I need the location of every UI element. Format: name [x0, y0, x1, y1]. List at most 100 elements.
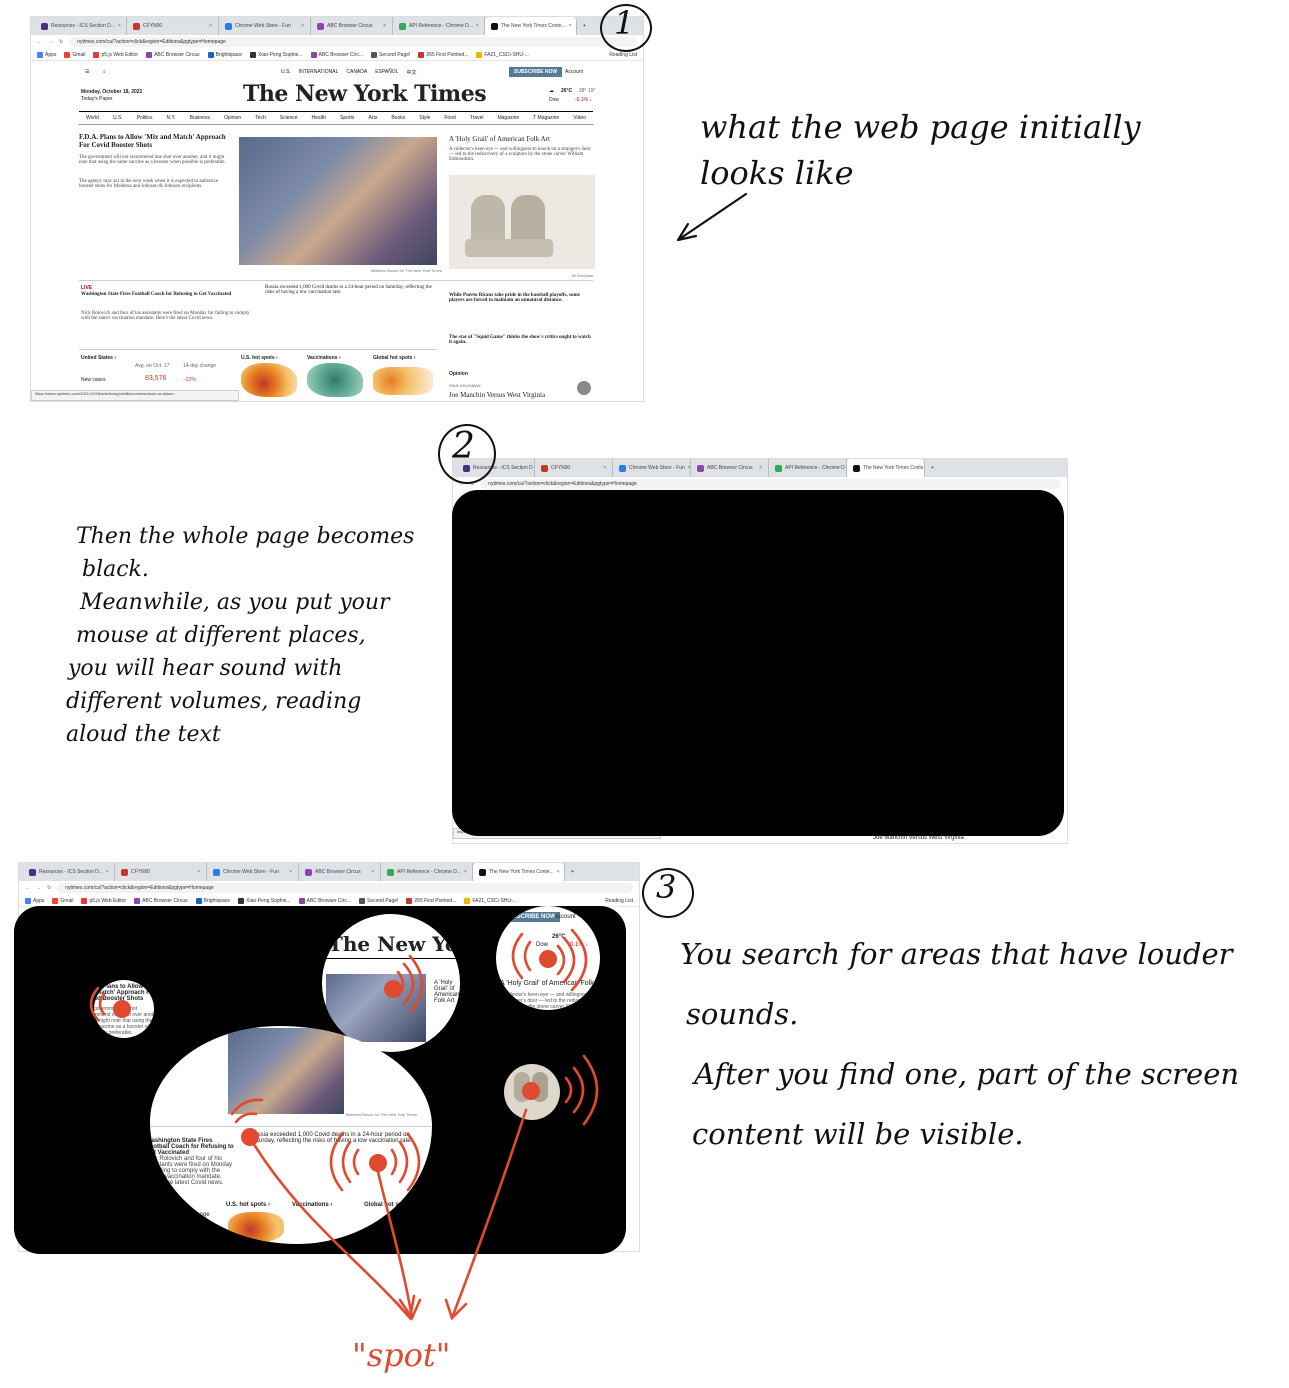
url-input[interactable]: nytimes.com/ca/?action=click&region=Edit…: [69, 37, 637, 47]
bookmark-item[interactable]: Gmail: [64, 51, 85, 58]
section-nav-link[interactable]: N.Y.: [167, 115, 176, 121]
reload-icon[interactable]: ↻: [59, 39, 63, 45]
bookmark-item[interactable]: Gmail: [52, 897, 73, 904]
bookmark-item[interactable]: Second Page!: [358, 897, 398, 904]
browser-tab[interactable]: API Reference - Chrome D... ×: [381, 863, 473, 881]
browser-tab[interactable]: Chrome Web Store - Fun ×: [219, 17, 311, 35]
section-nav-link[interactable]: T Magazine: [533, 115, 559, 121]
browser-tab[interactable]: ABC Browser Circus ×: [299, 863, 381, 881]
url-input[interactable]: nytimes.com/ca/?action=click&region=Edit…: [480, 479, 1061, 489]
section-nav-link[interactable]: Tech: [255, 115, 266, 121]
close-tab-icon[interactable]: ×: [209, 23, 212, 29]
global-hotspots-map[interactable]: [373, 367, 433, 395]
search-icon[interactable]: ⌕: [103, 69, 106, 75]
close-tab-icon[interactable]: ×: [301, 23, 304, 29]
bookmark-item[interactable]: ABC Browser Circ...: [310, 51, 363, 58]
sculpture-photo[interactable]: [449, 175, 595, 269]
reading-list-button[interactable]: Reading List: [605, 898, 633, 904]
close-tab-icon[interactable]: ×: [383, 23, 386, 29]
browser-tab[interactable]: API Reference - Chrome D... ×: [393, 17, 485, 35]
bookmark-item[interactable]: ABC Browser Circus: [134, 897, 188, 904]
bookmark-item[interactable]: Second Page!: [370, 51, 410, 58]
bookmark-item[interactable]: p5.js Web Editor: [81, 897, 126, 904]
section-nav-link[interactable]: Health: [312, 115, 326, 121]
bookmark-item[interactable]: ABC Browser Circ...: [298, 897, 351, 904]
section-nav-link[interactable]: World: [86, 115, 99, 121]
bookmark-item[interactable]: FA21_CSCI-SHU-...: [464, 897, 517, 904]
bookmark-item[interactable]: Apps: [37, 51, 56, 58]
close-tab-icon[interactable]: ×: [106, 869, 109, 875]
puerto-rico-headline[interactable]: While Puerto Ricans take pride in the ba…: [449, 293, 595, 303]
new-tab-icon[interactable]: +: [925, 465, 940, 471]
bookmark-item[interactable]: 265 First Pointed...: [418, 51, 468, 58]
close-tab-icon[interactable]: ×: [118, 23, 121, 29]
section-nav-link[interactable]: Style: [419, 115, 430, 121]
close-tab-icon[interactable]: ×: [603, 465, 606, 471]
browser-tab[interactable]: API Reference - Chrome D×: [769, 459, 847, 477]
browser-tab[interactable]: Chrome Web Store - Fun ×: [207, 863, 299, 881]
new-tab-icon[interactable]: +: [577, 23, 592, 29]
squid-game-headline[interactable]: The star of "Squid Game" thinks the show…: [449, 335, 595, 345]
todays-paper-link[interactable]: Today's Paper: [81, 96, 113, 102]
section-nav-link[interactable]: Travel: [470, 115, 484, 121]
close-tab-icon[interactable]: ×: [759, 465, 762, 471]
vaccinations-link[interactable]: Vaccinations ›: [307, 355, 341, 361]
close-tab-icon[interactable]: ×: [476, 23, 479, 29]
browser-tab[interactable]: CFYN00 ×: [127, 17, 219, 35]
forward-icon[interactable]: →: [36, 885, 41, 891]
blackout-overlay[interactable]: [452, 490, 1064, 836]
browser-tab[interactable]: ABC Browser Circus ×: [311, 17, 393, 35]
edition-link[interactable]: U.S.: [281, 69, 291, 76]
bookmark-item[interactable]: Xiao-Peng Sophie...: [250, 51, 303, 58]
bookmark-item[interactable]: FA21_CSCI-SHU-...: [476, 51, 529, 58]
browser-tab[interactable]: Chrome Web Store - Fun ×: [613, 459, 691, 477]
close-tab-icon[interactable]: ×: [197, 869, 200, 875]
section-nav-link[interactable]: Science: [280, 115, 298, 121]
folk-art-headline[interactable]: A 'Holy Grail' of American Folk Art: [449, 135, 595, 143]
menu-icon[interactable]: ☰: [85, 69, 89, 75]
section-nav-link[interactable]: Magazine: [497, 115, 519, 121]
russia-summary[interactable]: Russia exceeded 1,000 Covid deaths in a …: [265, 285, 435, 295]
close-tab-icon[interactable]: ×: [464, 869, 467, 875]
browser-tab[interactable]: CFYN00 ×: [115, 863, 207, 881]
subscribe-button[interactable]: SUBSCRIBE NOW: [509, 67, 563, 77]
browser-tab[interactable]: Resources - ICS Section D... ×: [23, 863, 115, 881]
us-hotspots-link[interactable]: U.S. hot spots ›: [241, 355, 278, 361]
url-input[interactable]: nytimes.com/ca/?action=click&region=Edit…: [57, 883, 633, 893]
bookmark-item[interactable]: 265 First Pointed...: [406, 897, 456, 904]
section-nav-link[interactable]: Food: [444, 115, 455, 121]
edition-link[interactable]: CANADA: [346, 69, 367, 76]
section-nav-link[interactable]: U.S.: [113, 115, 123, 121]
bookmark-item[interactable]: Xiao-Peng Sophie...: [238, 897, 291, 904]
account-link[interactable]: Account: [565, 69, 583, 75]
browser-tab[interactable]: ABC Browser Circus ×: [691, 459, 769, 477]
bookmark-item[interactable]: Apps: [25, 897, 44, 904]
close-tab-icon[interactable]: ×: [557, 869, 560, 875]
edition-link[interactable]: INTERNATIONAL: [299, 69, 339, 76]
browser-tab[interactable]: CFYN00 ×: [535, 459, 613, 477]
section-nav-link[interactable]: Business: [190, 115, 210, 121]
edition-link[interactable]: ESPAÑOL: [375, 69, 398, 76]
section-nav-link[interactable]: Books: [391, 115, 405, 121]
section-nav-link[interactable]: Arts: [368, 115, 377, 121]
edition-link[interactable]: 中文: [406, 69, 416, 76]
bookmark-item[interactable]: p5.js Web Editor: [93, 51, 138, 58]
coach-headline[interactable]: Washington State Fires Football Coach fo…: [81, 292, 251, 297]
section-nav-link[interactable]: Politics: [137, 115, 153, 121]
close-tab-icon[interactable]: ×: [371, 869, 374, 875]
section-nav-link[interactable]: Sports: [340, 115, 354, 121]
browser-tab[interactable]: The New York Times Conte... ×: [473, 863, 565, 881]
revealed-spot-large[interactable]: Matthew Busch for The New York Times Was…: [150, 1026, 432, 1244]
section-nav-link[interactable]: Video: [573, 115, 586, 121]
vaccination-map[interactable]: [307, 363, 363, 397]
browser-tab[interactable]: Resources - ICS Section D... ×: [35, 17, 127, 35]
nyt-masthead[interactable]: The New York Times: [243, 81, 487, 107]
reading-list-button[interactable]: Reading List: [609, 52, 637, 58]
back-icon[interactable]: ←: [25, 885, 30, 891]
opinion-headline[interactable]: Joe Manchin Versus West Virginia: [449, 391, 545, 399]
lead-headline[interactable]: F.D.A. Plans to Allow 'Mix and Match' Ap…: [79, 133, 229, 149]
vaccine-photo[interactable]: [239, 137, 437, 265]
global-hotspots-link[interactable]: Global hot spots ›: [373, 355, 416, 361]
browser-tab[interactable]: The New York Times Conte... ×: [485, 17, 577, 35]
back-icon[interactable]: ←: [37, 39, 42, 45]
